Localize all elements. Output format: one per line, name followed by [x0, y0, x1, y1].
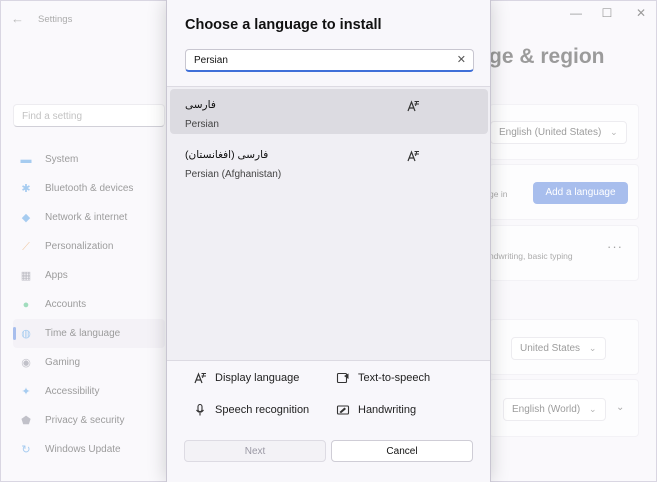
sidebar-item-label: Network & internet [45, 212, 128, 223]
sidebar-item-bluetooth-devices[interactable]: ✱ Bluetooth & devices [13, 174, 165, 203]
sidebar-item-label: Time & language [45, 328, 121, 339]
display-language-icon [407, 150, 419, 162]
sidebar-item-label: Privacy & security [45, 415, 125, 426]
sidebar-item-label: System [45, 154, 79, 165]
accessibility-icon: ✦ [21, 385, 31, 398]
display-language-value: English (United States) [499, 127, 602, 138]
country-dropdown[interactable]: United States ⌄ [511, 337, 606, 360]
preferred-languages-text: ge in [489, 189, 508, 199]
display-language-icon [407, 100, 419, 112]
next-button[interactable]: Next [184, 440, 326, 462]
text-to-speech-icon [336, 372, 349, 384]
monitor-icon: ▬ [20, 153, 32, 166]
expand-chevron-icon[interactable]: ⌄ [616, 402, 624, 413]
feature-handwriting: Handwriting [336, 403, 416, 417]
close-window-button[interactable]: ✕ [629, 6, 653, 22]
regional-format-value: English (World) [512, 404, 581, 415]
feature-display-language: Display language [193, 371, 299, 385]
minimize-button[interactable]: — [564, 6, 588, 22]
microphone-icon [196, 403, 204, 416]
sidebar-item-system[interactable]: ▬ System [13, 145, 165, 174]
handwriting-icon [336, 405, 350, 415]
sidebar-item-privacy-security[interactable]: ⬟ Privacy & security [13, 406, 165, 435]
sidebar-nav: ▬ System ✱ Bluetooth & devices ◆ Network & in… [13, 145, 165, 464]
chevron-down-icon: ⌄ [588, 404, 597, 414]
app-title: Settings [38, 14, 73, 25]
language-english-name: Persian [185, 119, 219, 130]
sidebar-item-network-internet[interactable]: ◆ Network & internet [13, 203, 165, 232]
feature-text-to-speech: Text-to-speech [336, 371, 430, 385]
apps-icon: ▦ [20, 269, 32, 282]
language-features-legend: Display language Text-to-speech Speech r… [167, 362, 490, 432]
sidebar-item-label: Bluetooth & devices [45, 183, 134, 194]
language-native-name: فارسی (افغانستان) [185, 149, 269, 161]
wifi-icon: ◆ [21, 211, 31, 224]
dialog-title: Choose a language to install [185, 17, 382, 33]
cancel-button[interactable]: Cancel [331, 440, 473, 462]
language-result-persian-afghanistan[interactable]: فارسی (افغانستان) Persian (Afghanistan) [170, 139, 488, 184]
clear-search-icon[interactable]: ✕ [457, 53, 466, 66]
more-options-icon[interactable]: ··· [607, 239, 623, 254]
sidebar-item-windows-update[interactable]: ↻ Windows Update [13, 435, 165, 464]
feature-label: Display language [215, 372, 300, 384]
regional-format-dropdown[interactable]: English (World) ⌄ [503, 398, 606, 421]
choose-language-dialog: Choose a language to install Persian ✕ ف… [166, 0, 491, 482]
feature-speech-recognition: Speech recognition [193, 403, 309, 417]
language-native-name: فارسی [185, 99, 216, 111]
sidebar-item-time-language[interactable]: ◍ Time & language [13, 319, 165, 348]
update-icon: ↻ [21, 443, 31, 456]
language-english-name: Persian (Afghanistan) [185, 169, 282, 180]
sidebar-item-apps[interactable]: ▦ Apps [13, 261, 165, 290]
feature-label: Speech recognition [215, 404, 310, 416]
sidebar-item-label: Accounts [45, 299, 87, 310]
search-value: Persian [194, 55, 228, 66]
country-value: United States [520, 343, 581, 354]
gamepad-icon: ◉ [21, 356, 31, 369]
feature-label: Handwriting [358, 404, 417, 416]
sidebar-item-accounts[interactable]: ● Accounts [13, 290, 165, 319]
globe-icon: ◍ [21, 327, 31, 340]
find-setting-input[interactable]: Find a setting [13, 104, 165, 127]
add-language-button[interactable]: Add a language [533, 182, 628, 204]
bluetooth-icon: ✱ [21, 182, 31, 195]
chevron-down-icon: ⌄ [588, 343, 597, 353]
brush-icon: ⟋ [22, 240, 30, 253]
sidebar-item-accessibility[interactable]: ✦ Accessibility [13, 377, 165, 406]
display-language-dropdown[interactable]: English (United States) ⌄ [490, 121, 627, 144]
sidebar-item-label: Windows Update [45, 444, 121, 455]
feature-label: Text-to-speech [358, 372, 431, 384]
language-search-input[interactable]: Persian ✕ [185, 49, 474, 72]
shield-icon: ⬟ [21, 414, 31, 427]
sidebar-item-label: Personalization [45, 241, 114, 252]
sidebar-item-label: Apps [45, 270, 68, 281]
language-results-list: فارسی Persian فارسی (افغانستان) Persian … [167, 86, 490, 361]
language-result-persian[interactable]: فارسی Persian [170, 89, 488, 134]
chevron-down-icon: ⌄ [610, 127, 618, 137]
page-title: ge & region [489, 45, 605, 68]
display-language-icon [194, 372, 206, 384]
person-icon: ● [22, 298, 30, 311]
sidebar-item-label: Accessibility [45, 386, 100, 397]
language-features-text: ndwriting, basic typing [489, 251, 573, 261]
sidebar-item-personalization[interactable]: ⟋ Personalization [13, 232, 165, 261]
sidebar-item-gaming[interactable]: ◉ Gaming [13, 348, 165, 377]
sidebar-item-label: Gaming [45, 357, 81, 368]
maximize-button[interactable]: ☐ [595, 6, 619, 22]
back-arrow-icon[interactable]: ← [11, 11, 24, 26]
